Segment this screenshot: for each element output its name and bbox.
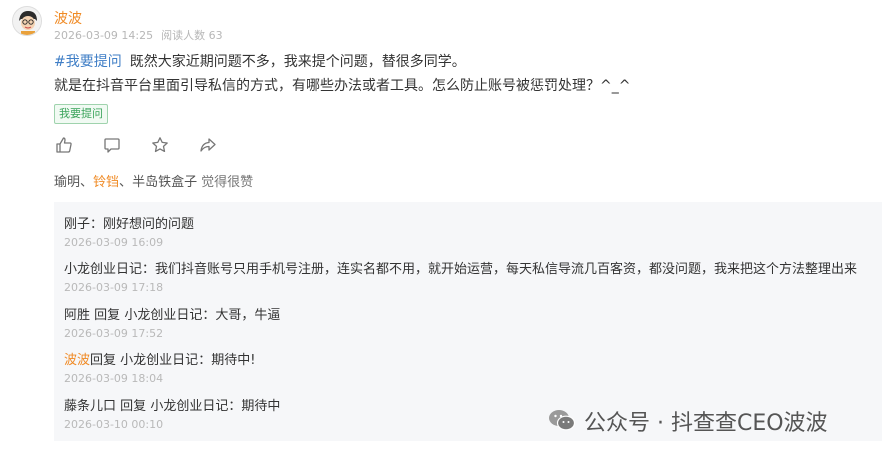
comment-text: 期待中	[241, 399, 281, 414]
comment-author[interactable]: 小龙创业日记	[64, 262, 142, 277]
reply-target[interactable]: 小龙创业日记	[150, 399, 228, 414]
reply-target[interactable]: 小龙创业日记	[120, 353, 198, 368]
reply-word: 回复	[120, 399, 147, 414]
comment-text: 大哥，牛逼	[215, 308, 281, 323]
like-user-1[interactable]: 瑜明	[54, 175, 80, 190]
post-reads: 阅读人数 63	[161, 29, 223, 42]
comment-author[interactable]: 刚子	[64, 217, 90, 232]
star-icon	[152, 137, 168, 153]
post-meta: 2026-03-09 14:25 阅读人数 63	[54, 27, 223, 43]
post-body: #我要提问 既然大家近期问题不多，我来提个问题，替很多同学。 就是在抖音平台里面引…	[54, 50, 630, 98]
favorite-button[interactable]	[150, 135, 170, 155]
topic-tag[interactable]: 我要提问	[54, 104, 108, 124]
comment-item: 阿胜 回复 小龙创业日记：大哥，牛逼 2026-03-09 17:52	[64, 307, 280, 340]
comment-line: 刚子：刚好想问的问题	[64, 217, 195, 232]
comment-line: 波波回复 小龙创业日记：期待中!	[64, 353, 256, 368]
like-button[interactable]	[54, 135, 74, 155]
comment-time: 2026-03-09 16:09	[64, 236, 164, 249]
comment-time: 2026-03-10 00:10	[64, 418, 164, 431]
reply-word: 回复	[90, 353, 117, 368]
like-user-2[interactable]: 铃铛	[93, 175, 119, 190]
comment-item: 波波回复 小龙创业日记：期待中! 2026-03-09 18:04	[64, 352, 255, 385]
comment-text: 期待中!	[211, 353, 256, 368]
comment-time: 2026-03-09 18:04	[64, 372, 164, 385]
like-list: 瑜明、铃铛、半岛铁盒子 觉得很赞	[54, 175, 254, 190]
comment-author[interactable]: 波波	[64, 353, 90, 368]
comment-author[interactable]: 藤条儿口	[64, 399, 116, 414]
comment-time: 2026-03-09 17:18	[64, 281, 164, 294]
comment-author[interactable]: 阿胜	[64, 308, 90, 323]
comment-time: 2026-03-09 17:52	[64, 327, 164, 340]
wechat-logo-icon	[548, 408, 576, 432]
comment-icon	[104, 138, 120, 153]
comment-text: 刚好想问的问题	[103, 217, 195, 232]
reply-word: 回复	[94, 308, 121, 323]
avatar[interactable]	[12, 6, 42, 36]
comment-item: 藤条儿口 回复 小龙创业日记：期待中 2026-03-10 00:10	[64, 398, 280, 431]
action-bar	[54, 135, 218, 155]
share-button[interactable]	[198, 135, 218, 155]
post-date: 2026-03-09 14:25	[54, 29, 154, 42]
avatar-illustration-icon	[13, 7, 41, 35]
post-line-2: 就是在抖音平台里面引导私信的方式，有哪些办法或者工具。怎么防止账号被惩罚处理？^…	[54, 78, 631, 94]
like-user-3[interactable]: 半岛铁盒子	[132, 175, 197, 190]
post-hashtag[interactable]: #我要提问	[54, 54, 122, 70]
post-line-1-text: 既然大家近期问题不多，我来提个问题，替很多同学。	[129, 54, 466, 70]
watermark-text: 公众号 · 抖查查CEO波波	[584, 411, 828, 436]
comment-line: 藤条儿口 回复 小龙创业日记：期待中	[64, 399, 281, 414]
comment-button[interactable]	[102, 135, 122, 155]
thumb-up-icon	[56, 137, 72, 153]
share-icon	[200, 138, 216, 152]
comment-line: 小龙创业日记：我们抖音账号只用手机号注册，连实名都不用，就开始运营，每天私信导流…	[64, 262, 858, 277]
post-author[interactable]: 波波	[54, 8, 82, 28]
comment-text: 我们抖音账号只用手机号注册，连实名都不用，就开始运营，每天私信导流几百客资，都没…	[155, 262, 858, 277]
comment-item: 小龙创业日记：我们抖音账号只用手机号注册，连实名都不用，就开始运营，每天私信导流…	[64, 261, 857, 294]
comment-item: 刚子：刚好想问的问题 2026-03-09 16:09	[64, 216, 194, 249]
post-line-1: #我要提问 既然大家近期问题不多，我来提个问题，替很多同学。	[54, 50, 630, 74]
like-suffix: 觉得很赞	[201, 175, 254, 190]
reply-target[interactable]: 小龙创业日记	[124, 308, 202, 323]
comment-line: 阿胜 回复 小龙创业日记：大哥，牛逼	[64, 308, 281, 323]
